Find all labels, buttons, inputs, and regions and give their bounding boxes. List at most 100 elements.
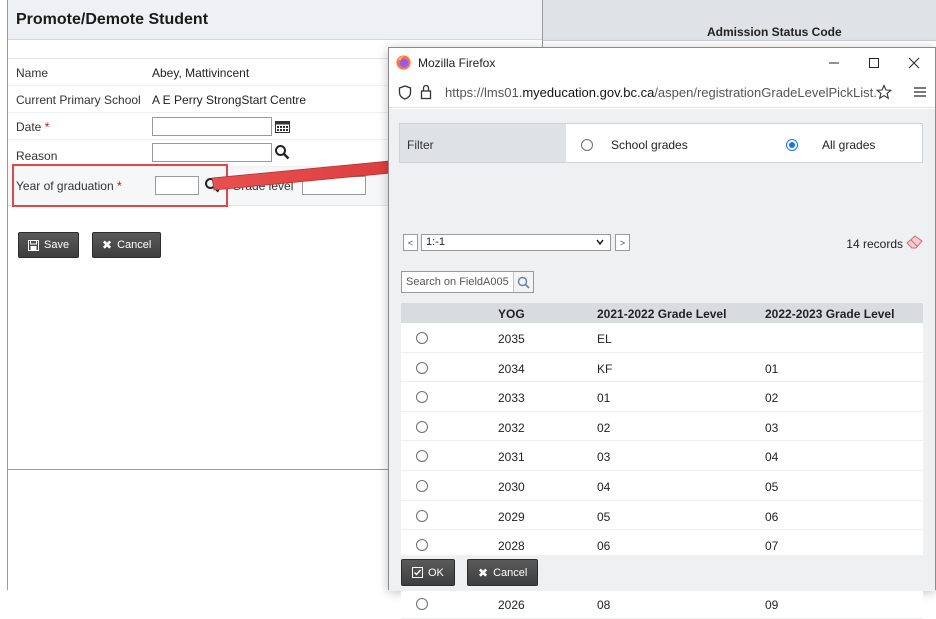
- yog-input[interactable]: [155, 176, 199, 195]
- chevron-down-icon: [596, 239, 604, 246]
- picklist-content: Filter School grades All grades < 1:-1 >…: [389, 109, 935, 619]
- bg-header: Promote/Demote Student: [8, 0, 542, 40]
- reason-input[interactable]: [152, 143, 272, 162]
- cell-yog: 2031: [498, 450, 525, 465]
- popup-titlebar: Mozilla Firefox: [389, 48, 935, 77]
- row-radio[interactable]: [416, 450, 428, 463]
- calendar-icon[interactable]: [275, 121, 290, 133]
- cell-grade-2021: EL: [597, 332, 612, 346]
- chevron-left-icon: <: [407, 237, 414, 248]
- name-value: Abey, Mattivincent: [152, 66, 250, 80]
- maximize-icon: [869, 58, 879, 68]
- table-row[interactable]: 2032 02 03: [401, 411, 923, 442]
- cell-yog: 2035: [498, 332, 525, 346]
- cancel-label: Cancel: [117, 239, 152, 251]
- cancel-button[interactable]: ✖ Cancel: [92, 232, 162, 258]
- close-icon: ✖: [102, 238, 113, 252]
- row-radio[interactable]: [416, 420, 428, 433]
- yog-search-icon[interactable]: [204, 177, 220, 193]
- lock-icon[interactable]: [420, 84, 432, 100]
- tracking-shield-icon[interactable]: [398, 85, 412, 100]
- form-row-reason: Reason: [8, 140, 393, 167]
- eraser-icon[interactable]: [906, 235, 924, 249]
- filter-bar: Filter School grades All grades: [399, 123, 923, 163]
- reason-search-icon[interactable]: [274, 144, 290, 160]
- search-box: [401, 271, 534, 293]
- cell-grade-2022: 07: [765, 539, 779, 554]
- row-radio[interactable]: [416, 598, 428, 611]
- save-label: Save: [44, 239, 70, 251]
- chevron-right-icon: >: [619, 237, 626, 248]
- table-row[interactable]: 2034 KF 01: [401, 352, 923, 383]
- search-input[interactable]: [402, 272, 514, 292]
- cell-grade-2022: 06: [765, 509, 779, 524]
- prev-page-button[interactable]: <: [403, 234, 418, 251]
- cell-grade-2021: 08: [597, 598, 611, 613]
- minimize-icon: [829, 62, 839, 64]
- cell-yog: 2034: [498, 361, 525, 376]
- filter-option-all-grades[interactable]: All grades: [822, 138, 875, 152]
- url-text[interactable]: https://lms01.myeducation.gov.bc.ca/aspe…: [445, 85, 883, 100]
- table-header: YOG 2021-2022 Grade Level 2022-2023 Grad…: [401, 303, 923, 323]
- yog-label: Year of graduation *: [16, 179, 122, 193]
- table-row[interactable]: 2033 01 02: [401, 382, 923, 412]
- table-row[interactable]: 2030 04 05: [401, 470, 923, 501]
- radio-school-grades[interactable]: [581, 139, 593, 151]
- school-label: Current Primary School: [16, 93, 141, 107]
- cell-yog: 2033: [498, 391, 525, 406]
- minimize-button[interactable]: [816, 52, 852, 74]
- bookmark-star-icon[interactable]: [876, 84, 892, 100]
- table-row[interactable]: 2031 03 04: [401, 441, 923, 471]
- row-radio[interactable]: [416, 391, 428, 404]
- cell-yog: 2026: [498, 598, 525, 613]
- cell-yog: 2032: [498, 420, 525, 435]
- search-button[interactable]: [513, 272, 533, 292]
- row-radio[interactable]: [416, 539, 428, 552]
- radio-all-grades[interactable]: [786, 139, 798, 151]
- ok-label: OK: [428, 566, 444, 579]
- ok-button[interactable]: OK: [401, 559, 455, 586]
- next-page-button[interactable]: >: [615, 234, 630, 251]
- form-row-date: Date *: [8, 113, 393, 140]
- table-row[interactable]: 2029 05 06: [401, 500, 923, 531]
- table-row[interactable]: 2035 EL: [401, 323, 923, 353]
- popup-cancel-button[interactable]: ✖ Cancel: [467, 559, 539, 586]
- cell-yog: 2029: [498, 509, 525, 524]
- close-window-button[interactable]: [896, 52, 932, 74]
- row-radio[interactable]: [416, 361, 428, 374]
- cell-grade-2021: 05: [597, 509, 611, 524]
- form-row-name: Name Abey, Mattivincent: [8, 59, 393, 86]
- cell-grade-2021: KF: [597, 361, 613, 376]
- cell-grade-2021: 02: [597, 420, 611, 435]
- save-button[interactable]: Save: [18, 232, 80, 258]
- date-input[interactable]: [152, 117, 272, 136]
- page-select[interactable]: 1:-1: [421, 234, 611, 251]
- school-value: A E Perry StrongStart Centre: [152, 93, 307, 107]
- col-header-yog: YOG: [498, 307, 525, 321]
- cell-grade-2022: 03: [765, 420, 779, 435]
- row-radio[interactable]: [416, 479, 428, 492]
- filter-label: Filter: [400, 124, 566, 162]
- check-icon: [412, 567, 423, 578]
- cell-grade-2021: 03: [597, 450, 611, 465]
- table-row[interactable]: 2026 08 09: [401, 589, 923, 619]
- popup-cancel-label: Cancel: [493, 566, 528, 579]
- reason-label: Reason: [16, 149, 58, 163]
- grade-level-input[interactable]: [302, 176, 366, 195]
- url-bar[interactable]: https://lms01.myeducation.gov.bc.ca/aspe…: [389, 77, 935, 108]
- hamburger-menu-icon[interactable]: [913, 86, 927, 98]
- cell-grade-2021: 06: [597, 539, 611, 554]
- search-icon: [517, 276, 530, 289]
- maximize-button[interactable]: [856, 52, 892, 74]
- promote-form: Name Abey, Mattivincent Current Primary …: [8, 58, 394, 206]
- cell-yog: 2030: [498, 479, 525, 494]
- row-radio[interactable]: [416, 509, 428, 522]
- grade-level-label: Grade level: [232, 179, 294, 193]
- cell-yog: 2028: [498, 539, 525, 554]
- popup-window-title: Mozilla Firefox: [418, 56, 496, 70]
- filter-option-school-grades[interactable]: School grades: [611, 138, 688, 152]
- page-select-value: 1:-1: [426, 236, 445, 248]
- close-icon: [908, 57, 920, 69]
- row-radio[interactable]: [416, 332, 428, 344]
- cell-grade-2022: 02: [765, 391, 779, 406]
